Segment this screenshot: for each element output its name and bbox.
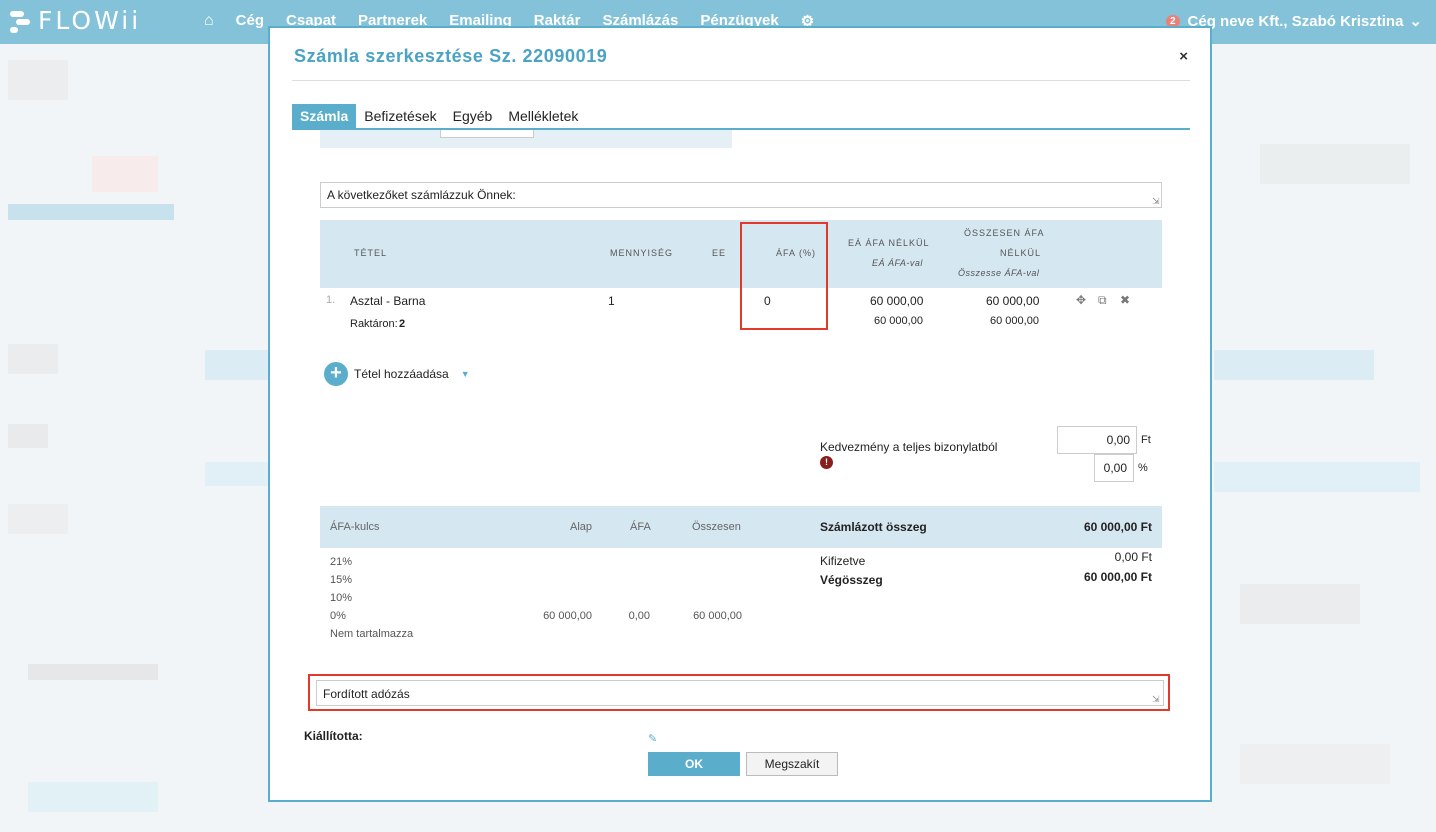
vat-column-highlight [740, 222, 828, 330]
footer-note-highlight [308, 674, 1170, 711]
pen-icon[interactable]: ✎ [648, 732, 657, 745]
item-unit-gross: 60 000,00 [874, 315, 923, 327]
col-unit-net: EÁ ÁFA NÉLKÜL [848, 238, 930, 248]
discount-label: Kedvezmény a teljes bizonylatból [820, 440, 998, 454]
scrolled-input-stub[interactable] [440, 130, 534, 138]
plus-icon: + [324, 362, 348, 386]
cancel-button[interactable]: Megszakít [746, 752, 838, 776]
intro-text-field[interactable]: A következőket számlázzuk Önnek: [320, 182, 1162, 208]
vat-amount-0: 0,00 [628, 610, 650, 622]
paid-label: Kifizetve [820, 554, 866, 568]
ok-button[interactable]: OK [648, 752, 740, 776]
resize-handle-icon[interactable]: ⇲ [1152, 196, 1160, 207]
item-total-net: 60 000,00 [986, 294, 1040, 308]
discount-amount-unit: Ft [1141, 434, 1151, 446]
dialog-tabs: Számla Befizetések Egyéb Mellékletek [292, 104, 1190, 130]
invoiced-amount-label: Számlázott összeg [820, 520, 927, 534]
row-number: 1. [326, 294, 336, 306]
title-divider [292, 80, 1190, 81]
tab-attachments[interactable]: Mellékletek [500, 104, 586, 128]
discount-amount-input[interactable]: 0,00 [1057, 426, 1137, 454]
item-total-gross: 60 000,00 [990, 315, 1039, 327]
vat-rate-excluded: Nem tartalmazza [330, 628, 414, 640]
invoiced-amount-value: 60 000,00 Ft [1083, 520, 1152, 534]
col-quantity: MENNYISÉG [610, 248, 674, 258]
add-item-label: Tétel hozzáadása [354, 367, 449, 381]
col-total-net-2: NÉLKÜL [1000, 248, 1042, 258]
close-icon[interactable]: × [1179, 48, 1188, 65]
edit-invoice-dialog: Számla szerkesztése Sz. 22090019 × Száml… [268, 26, 1212, 802]
col-unit: EE [712, 248, 727, 258]
caret-down-icon[interactable]: ▼ [461, 369, 470, 379]
col-total-gross: Összesse ÁFA-val [958, 268, 1040, 278]
col-item: TÉTEL [354, 248, 388, 258]
col-vat-total: Összesen [692, 521, 741, 533]
col-unit-gross: EÁ ÁFA-val [872, 258, 923, 268]
warning-icon: ! [820, 456, 833, 469]
vat-summary-header: ÁFA-kulcs Alap ÁFA Összesen Számlázott ö… [320, 506, 1162, 548]
col-vat-amount: ÁFA [630, 521, 651, 533]
scrolled-header-section [320, 130, 732, 148]
copy-icon[interactable]: ⧉ [1098, 293, 1107, 308]
final-total-value: 60 000,00 Ft [1083, 570, 1152, 584]
discount-percent-input[interactable]: 0,00 [1094, 454, 1134, 482]
item-unit-net[interactable]: 60 000,00 [870, 294, 923, 308]
paid-value: 0,00 Ft [1114, 550, 1152, 564]
stock-label: Raktáron: [350, 318, 398, 330]
vat-base-0: 60 000,00 [543, 610, 592, 622]
col-total-net-1: ÖSSZESEN ÁFA [964, 228, 1045, 238]
col-vat-rate: ÁFA-kulcs [330, 521, 380, 533]
dialog-title: Számla szerkesztése Sz. 22090019 [294, 46, 608, 66]
delete-icon[interactable]: ✖ [1120, 293, 1130, 307]
stock-value: 2 [399, 318, 406, 330]
issuer-label: Kiállította: [304, 729, 363, 743]
tab-invoice[interactable]: Számla [292, 104, 357, 128]
vat-rate-15: 15% [330, 574, 353, 586]
col-vat-base: Alap [570, 521, 593, 533]
vat-rate-21: 21% [330, 556, 353, 568]
tab-other[interactable]: Egyéb [445, 104, 501, 128]
item-name[interactable]: Asztal - Barna [350, 294, 425, 308]
move-icon[interactable]: ✥ [1076, 293, 1086, 307]
item-quantity[interactable]: 1 [608, 294, 615, 308]
vat-rate-0: 0% [330, 610, 346, 622]
tab-payments[interactable]: Befizetések [356, 104, 444, 128]
discount-percent-unit: % [1138, 462, 1148, 474]
add-item-button[interactable]: + Tétel hozzáadása ▼ [324, 362, 470, 386]
vat-total-0: 60 000,00 [693, 610, 742, 622]
vat-rate-10: 10% [330, 592, 353, 604]
final-total-label: Végösszeg [820, 573, 883, 587]
